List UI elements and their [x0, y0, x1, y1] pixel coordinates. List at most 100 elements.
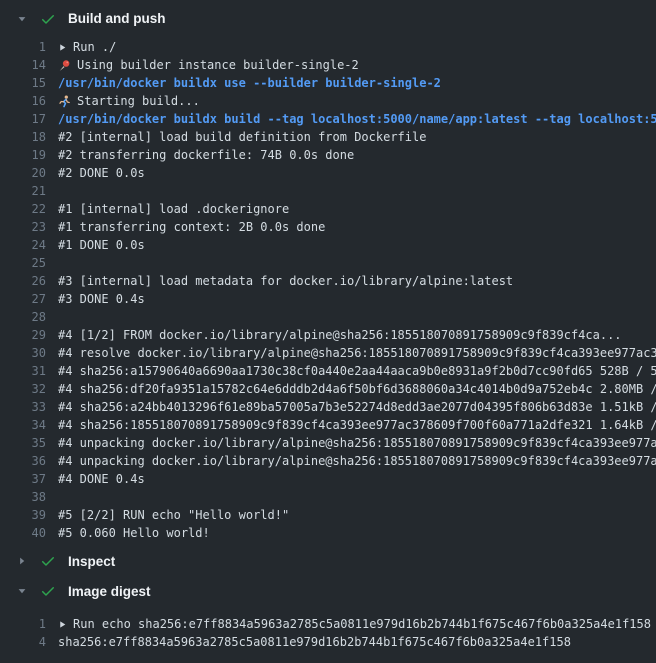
run-arrow-icon[interactable] [58, 43, 67, 52]
line-text: #1 [internal] load .dockerignore [58, 200, 289, 218]
line-number[interactable]: 38 [0, 488, 46, 506]
line-content: Run echo sha256:e7ff8834a5963a2785c5a081… [58, 615, 651, 633]
line-number[interactable]: 33 [0, 398, 46, 416]
line-content: #4 resolve docker.io/library/alpine@sha2… [58, 344, 656, 362]
line-number[interactable]: 36 [0, 452, 46, 470]
log-line: 17/usr/bin/docker buildx build --tag loc… [0, 110, 656, 128]
line-content: Run ./ [58, 38, 116, 56]
log-line: 28 [0, 308, 656, 326]
workflow-log: Build and push1Run ./14Using builder ins… [0, 5, 656, 651]
line-content: #5 0.060 Hello world! [58, 524, 210, 542]
line-number[interactable]: 27 [0, 290, 46, 308]
log-line: 37 #4 DONE 0.4s [0, 470, 656, 488]
line-content: #2 [internal] load build definition from… [58, 128, 426, 146]
line-text: #2 [internal] load build definition from… [58, 128, 426, 146]
line-text: Starting build... [77, 92, 200, 110]
line-text: #5 0.060 Hello world! [58, 524, 210, 542]
line-content: #5 [2/2] RUN echo "Hello world!" [58, 506, 289, 524]
group-title: Image digest [68, 584, 151, 599]
line-content: #4 [1/2] FROM docker.io/library/alpine@s… [58, 326, 622, 344]
log-line: 24 #1 DONE 0.0s [0, 236, 656, 254]
log-line: 38 [0, 488, 656, 506]
line-content: #4 unpacking docker.io/library/alpine@sh… [58, 434, 656, 452]
line-content: #2 transferring dockerfile: 74B 0.0s don… [58, 146, 354, 164]
check-icon [40, 583, 56, 599]
run-arrow-icon[interactable] [58, 620, 67, 629]
log-line: 23 #1 transferring context: 2B 0.0s done [0, 218, 656, 236]
log-line: 31 #4 sha256:a15790640a6690aa1730c38cf0a4… [0, 362, 656, 380]
pushpin-icon [58, 59, 71, 72]
line-number[interactable]: 4 [0, 633, 46, 651]
line-number[interactable]: 28 [0, 308, 46, 326]
line-number[interactable]: 17 [0, 110, 46, 128]
line-text: #4 sha256:a24bb4013296f61e89ba57005a7b3e… [58, 398, 656, 416]
line-number[interactable]: 1 [0, 38, 46, 56]
line-text: sha256:e7ff8834a5963a2785c5a0811e979d16b… [58, 633, 571, 651]
group-title: Inspect [68, 554, 115, 569]
check-icon [40, 11, 56, 27]
line-text: #4 sha256:a15790640a6690aa1730c38cf0a440… [58, 362, 656, 380]
line-number[interactable]: 39 [0, 506, 46, 524]
log-line: 1 Run ./ [0, 38, 656, 56]
line-number[interactable]: 22 [0, 200, 46, 218]
line-text: /usr/bin/docker buildx use --builder bui… [58, 74, 441, 92]
log-line: 20#2 DONE 0.0s [0, 164, 656, 182]
line-number[interactable]: 26 [0, 272, 46, 290]
log-line: 36#4 unpacking docker.io/library/alpine@… [0, 452, 656, 470]
line-content: /usr/bin/docker buildx build --tag local… [58, 110, 656, 128]
log-group-header-build-and-push[interactable]: Build and push [0, 5, 656, 32]
line-text: #4 [1/2] FROM docker.io/library/alpine@s… [58, 326, 622, 344]
line-number[interactable]: 32 [0, 380, 46, 398]
line-number[interactable]: 37 [0, 470, 46, 488]
line-content: /usr/bin/docker buildx use --builder bui… [58, 74, 441, 92]
line-number[interactable]: 40 [0, 524, 46, 542]
line-text: Run echo sha256:e7ff8834a5963a2785c5a081… [73, 615, 651, 633]
log-line: 18 #2 [internal] load build definition fr… [0, 128, 656, 146]
chevron-right-icon [16, 555, 28, 567]
line-content: #4 sha256:a15790640a6690aa1730c38cf0a440… [58, 362, 656, 380]
line-content: Using builder instance builder-single-2 [58, 56, 359, 74]
line-number[interactable]: 14 [0, 56, 46, 74]
line-number[interactable]: 29 [0, 326, 46, 344]
line-number[interactable]: 23 [0, 218, 46, 236]
log-line: 15/usr/bin/docker buildx use --builder b… [0, 74, 656, 92]
line-number[interactable]: 19 [0, 146, 46, 164]
line-content: #1 DONE 0.0s [58, 236, 145, 254]
line-number[interactable]: 31 [0, 362, 46, 380]
line-content: #4 DONE 0.4s [58, 470, 145, 488]
log-group-header-image-digest[interactable]: Image digest [0, 578, 656, 604]
line-text: #1 DONE 0.0s [58, 236, 145, 254]
log-lines-build-and-push: 1 Run ./ 14 Using builder instance builder-… [0, 32, 656, 544]
line-number[interactable]: 20 [0, 164, 46, 182]
line-content: Starting build... [58, 92, 200, 110]
line-number[interactable]: 15 [0, 74, 46, 92]
line-content: #1 transferring context: 2B 0.0s done [58, 218, 325, 236]
log-line: 16 Starting build... [0, 92, 656, 110]
line-number[interactable]: 18 [0, 128, 46, 146]
line-number[interactable]: 24 [0, 236, 46, 254]
log-group-header-inspect[interactable]: Inspect [0, 548, 656, 574]
log-line: 33 #4 sha256:a24bb4013296f61e89ba57005a7b… [0, 398, 656, 416]
check-icon [40, 553, 56, 569]
line-content: #4 sha256:a24bb4013296f61e89ba57005a7b3e… [58, 398, 656, 416]
log-line: 19 #2 transferring dockerfile: 74B 0.0s d… [0, 146, 656, 164]
line-text: #4 sha256:df20fa9351a15782c64e6dddb2d4a6… [58, 380, 656, 398]
line-number[interactable]: 35 [0, 434, 46, 452]
line-content: #1 [internal] load .dockerignore [58, 200, 289, 218]
line-text: Using builder instance builder-single-2 [77, 56, 359, 74]
line-number[interactable]: 34 [0, 416, 46, 434]
line-number[interactable]: 1 [0, 615, 46, 633]
line-text: #2 transferring dockerfile: 74B 0.0s don… [58, 146, 354, 164]
log-line: 30 #4 resolve docker.io/library/alpine@sh… [0, 344, 656, 362]
line-number[interactable]: 21 [0, 182, 46, 200]
log-line: 39 #5 [2/2] RUN echo "Hello world!" [0, 506, 656, 524]
log-lines-image-digest: 1 Run echo sha256:e7ff8834a5963a2785c5a08… [0, 604, 656, 651]
group-title: Build and push [68, 11, 166, 26]
chevron-down-icon [16, 13, 28, 25]
line-number[interactable]: 16 [0, 92, 46, 110]
line-number[interactable]: 30 [0, 344, 46, 362]
log-line: 34#4 sha256:185518070891758909c9f839cf4c… [0, 416, 656, 434]
log-line: 14 Using builder instance builder-single-… [0, 56, 656, 74]
line-number[interactable]: 25 [0, 254, 46, 272]
log-line: 32 #4 sha256:df20fa9351a15782c64e6dddb2d4… [0, 380, 656, 398]
